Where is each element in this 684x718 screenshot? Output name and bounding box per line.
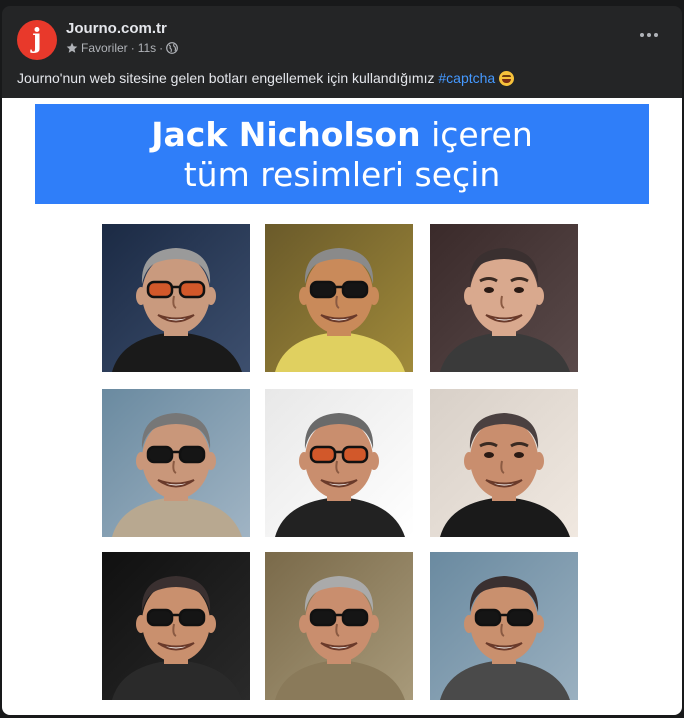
captcha-tile-6[interactable] bbox=[430, 389, 578, 537]
laughing-tears-emoji-icon bbox=[499, 71, 515, 86]
captcha-banner: Jack Nicholson içeren tüm resimleri seçi… bbox=[35, 104, 649, 204]
captcha-tile-2[interactable] bbox=[265, 224, 413, 372]
captcha-tile-1[interactable] bbox=[102, 224, 250, 372]
captcha-tile-9[interactable] bbox=[430, 552, 578, 700]
meta-separator-2: · bbox=[159, 41, 164, 55]
post-time[interactable]: 11s bbox=[138, 41, 156, 55]
meta-separator: · bbox=[130, 41, 135, 55]
captcha-tile-8[interactable] bbox=[265, 552, 413, 700]
caption-text: Journo'nun web sitesine gelen botları en… bbox=[17, 70, 439, 86]
globe-icon bbox=[166, 42, 179, 54]
post-image[interactable]: Jack Nicholson içeren tüm resimleri seçi… bbox=[2, 98, 682, 715]
hashtag-link[interactable]: #captcha bbox=[438, 70, 495, 86]
post-meta: Favoriler · 11s · bbox=[66, 41, 179, 55]
more-options-button[interactable] bbox=[636, 28, 662, 42]
facebook-post: j Journo.com.tr Favoriler · 11s · Journo… bbox=[2, 6, 682, 715]
page-avatar[interactable]: j bbox=[17, 20, 57, 60]
captcha-tile-7[interactable] bbox=[102, 552, 250, 700]
captcha-tile-3[interactable] bbox=[430, 224, 578, 372]
captcha-line1-rest: içeren bbox=[420, 115, 533, 154]
audience-label[interactable]: Favoriler bbox=[81, 41, 128, 55]
post-caption: Journo'nun web sitesine gelen botları en… bbox=[17, 70, 515, 86]
page-name-link[interactable]: Journo.com.tr bbox=[66, 20, 167, 37]
captcha-instruction-line1: Jack Nicholson içeren bbox=[35, 116, 649, 154]
captcha-target-name: Jack Nicholson bbox=[151, 115, 421, 154]
captcha-tile-4[interactable] bbox=[102, 389, 250, 537]
captcha-tile-5[interactable] bbox=[265, 389, 413, 537]
avatar-letter: j bbox=[32, 24, 42, 54]
star-icon bbox=[66, 42, 78, 54]
captcha-instruction-line2: tüm resimleri seçin bbox=[183, 155, 501, 194]
